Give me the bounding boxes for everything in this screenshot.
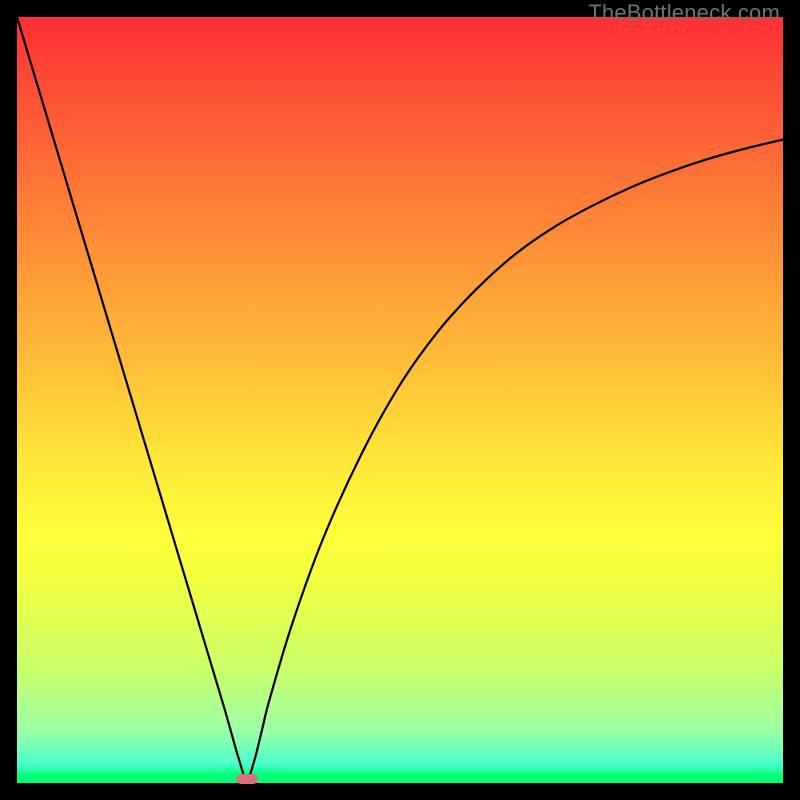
chart-curve-svg xyxy=(17,17,783,783)
bottleneck-curve xyxy=(17,17,783,779)
chart-frame xyxy=(17,17,783,783)
optimal-point-marker xyxy=(236,774,258,784)
watermark-text: TheBottleneck.com xyxy=(588,0,780,26)
